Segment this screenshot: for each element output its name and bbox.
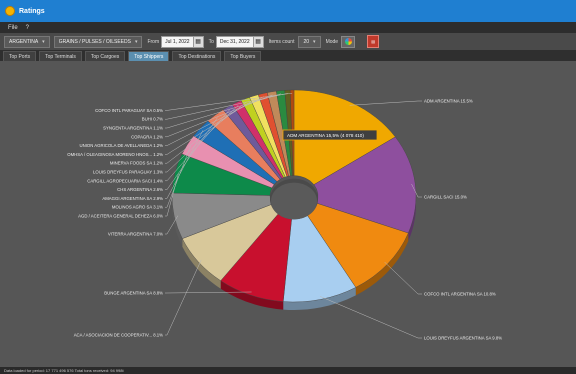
label-buhi: BUHI 0.7% <box>142 117 163 122</box>
from-date-field[interactable]: Jul 1, 2022 <box>161 35 194 48</box>
window-titlebar: Ratings <box>0 0 576 22</box>
filter-toolbar: ARGENTINA ▾ GRAINS / PULSES / OILSEEDS ▾… <box>0 33 576 50</box>
commodity-dropdown[interactable]: GRAINS / PULSES / OILSEEDS ▾ <box>53 35 143 48</box>
to-label: To <box>208 38 214 45</box>
label-omhsa-oleaginosa-moreno-hnos: OMHSA / OLEAGINOSA MORENO HNOS... 1.2% <box>67 152 163 157</box>
label-viterra-argentina: VITERRA ARGENTINA 7.0% <box>108 232 163 237</box>
label-adm-argentina: ADM ARGENTINA 15.5% <box>424 99 473 104</box>
chart-area: ADM ARGENTINA 15.5% CARGILL SACI 15.0% COF… <box>0 61 576 367</box>
mode-label: Mode <box>325 38 339 45</box>
label-louis-dreyfus-paraguay: LOUIS DREYFUS PARAGUAY 1.3% <box>93 170 163 175</box>
items-count-dropdown[interactable]: 20 ▾ <box>298 35 321 48</box>
items-count-value: 20 <box>303 38 310 45</box>
label-chs-argentina: CHS ARGENTINA 2.6% <box>117 187 163 192</box>
donut-hole-floor <box>271 182 317 220</box>
chevron-down-icon: ▾ <box>42 38 45 45</box>
slice-tooltip-text: ADM ARGENTINA 15,5% (4 078 410) <box>287 133 364 138</box>
tab-top-shippers[interactable]: Top Shippers <box>128 51 170 61</box>
label-amaggi-argentina-sa: AMAGGI ARGENTINA SA 2.9% <box>102 196 163 201</box>
tab-top-terminals[interactable]: Top Terminals <box>39 51 82 61</box>
shippers-pie-chart[interactable]: ADM ARGENTINA 15.5% CARGILL SACI 15.0% COF… <box>0 61 576 367</box>
leader-line-adm-argentina <box>349 100 422 106</box>
label-cofco-intl-argentina-sa: COFCO INTL ARGENTINA SA 10.8% <box>424 292 496 297</box>
items-count-label: Items count <box>268 38 295 45</box>
leader-line-louis-dreyfus-argentina-sa <box>319 296 422 339</box>
label-copagra: COPAGRA 1.2% <box>131 134 163 139</box>
tab-top-destinations[interactable]: Top Destinations <box>172 51 222 61</box>
status-text: Data loaded for period: 17 771 496 576 T… <box>4 368 124 373</box>
label-union-agricola-de-avellaneda: UNION AGRICOLA DE AVELLANEDA 1.2% <box>79 143 163 148</box>
menu-file[interactable]: File <box>8 25 18 31</box>
menu-help[interactable]: ? <box>26 25 29 31</box>
label-molinos-agro-sa: MOLINOS AGRO SA 3.1% <box>112 205 163 210</box>
chevron-down-icon: ▾ <box>134 38 138 45</box>
pdf-export-icon[interactable]: ▤ <box>367 35 380 48</box>
label-cargill-agropecuaria-saci: CARGILL AGROPECUARIA SACI 1.4% <box>87 178 163 183</box>
label-syngenta-argentina: SYNGENTA ARGENTINA 1.1% <box>103 126 163 131</box>
calendar-icon[interactable]: ▦ <box>193 35 204 48</box>
calendar-icon[interactable]: ▦ <box>253 35 264 48</box>
tab-top-buyers[interactable]: Top Buyers <box>224 51 262 61</box>
from-label: From <box>147 38 160 45</box>
chevron-down-icon: ▾ <box>313 38 316 45</box>
label-aca-asociacion-de-cooperativ: ACA / ASOCIACION DE COOPERATIV... 8.1% <box>74 333 163 338</box>
menu-bar: File ? <box>0 22 576 33</box>
country-dropdown[interactable]: ARGENTINA ▾ <box>4 35 50 48</box>
label-bunge-argentina-sa: BUNGE ARGENTINA SA 8.8% <box>104 291 163 296</box>
tab-top-cargoes[interactable]: Top Cargoes <box>84 51 126 61</box>
mode-palette-button[interactable] <box>341 35 356 48</box>
tab-top-ports[interactable]: Top Ports <box>3 51 37 61</box>
label-louis-dreyfus-argentina-sa: LOUIS DREYFUS ARGENTINA SA 9.8% <box>424 336 502 341</box>
country-value: ARGENTINA <box>9 38 39 45</box>
label-cofco-intl-paraguay-sa: COFCO INTL PARAGUAY SA 0.5% <box>95 108 163 113</box>
label-minerva-foods-sa: MINERVA FOODS SA 1.2% <box>110 161 163 166</box>
app-icon <box>5 6 15 16</box>
to-date-field[interactable]: Dec 31, 2022 <box>215 35 254 48</box>
tab-bar: Top Ports Top Terminals Top Cargoes Top … <box>0 50 576 61</box>
label-agd-aceitera-general-deheza: AGD / ACEITERA GENERAL DEHEZA 6.0% <box>78 214 163 219</box>
commodity-value: GRAINS / PULSES / OILSEEDS <box>58 38 131 45</box>
window-title: Ratings <box>19 7 45 15</box>
leader-line-aca-asociacion-de-cooperativ <box>165 259 202 336</box>
label-cargill-saci: CARGILL SACI 15.0% <box>424 195 467 200</box>
color-palette-icon <box>344 38 352 45</box>
status-bar: Data loaded for period: 17 771 496 576 T… <box>0 367 576 374</box>
